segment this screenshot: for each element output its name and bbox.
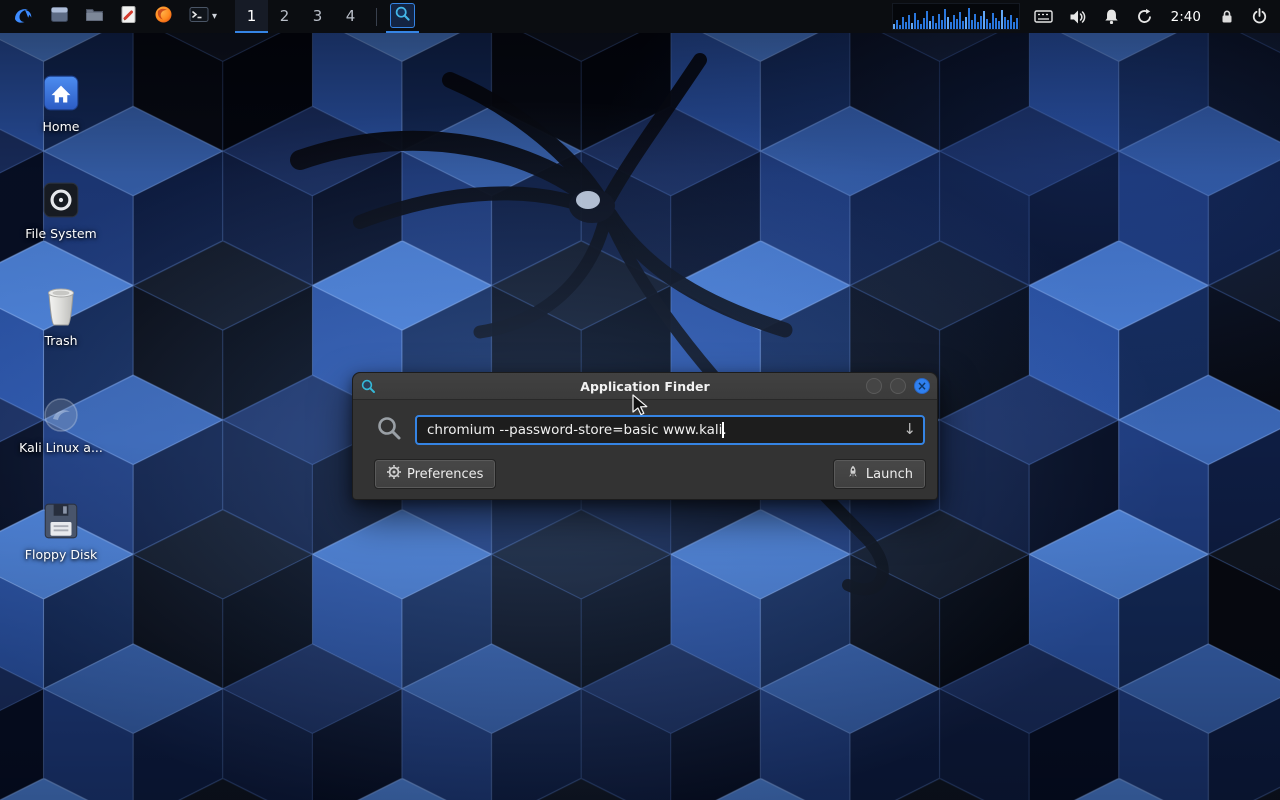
desktop-icon-column: Home File System — [12, 56, 110, 591]
preferences-label: Preferences — [407, 467, 483, 482]
top-panel: ▾ 1 2 3 4 — [0, 0, 1280, 33]
search-icon — [375, 414, 403, 446]
kali-logo-icon — [12, 4, 34, 30]
terminal-icon — [189, 6, 209, 27]
notifications-bell-icon[interactable] — [1095, 0, 1128, 33]
minimize-button[interactable] — [866, 378, 882, 394]
desktop-icon-label: Home — [43, 120, 80, 134]
finder-content: ↓ — [353, 400, 937, 499]
workspace-button-2[interactable]: 2 — [268, 0, 301, 33]
clock[interactable]: 2:40 — [1161, 0, 1211, 33]
desktop-icon-home[interactable]: Home — [12, 56, 110, 163]
terminal-dropdown-button[interactable]: ▾ — [181, 0, 225, 33]
volume-icon[interactable] — [1061, 0, 1095, 33]
application-finder-window: Application Finder × ↓ — [352, 372, 938, 500]
app-finder-panel-button[interactable] — [386, 0, 419, 33]
titlebar[interactable]: Application Finder × — [353, 373, 937, 400]
search-field: ↓ — [415, 415, 925, 445]
text-caret — [722, 422, 724, 438]
system-monitor-graph[interactable] — [892, 3, 1020, 30]
desktop-icon-kali-docs[interactable]: Kali Linux a... — [12, 377, 110, 484]
workspace-pager: 1 2 3 4 — [235, 0, 367, 33]
preferences-button[interactable]: Preferences — [375, 460, 495, 488]
desktop-icon-floppy-disk[interactable]: Floppy Disk — [12, 484, 110, 591]
firefox-button[interactable] — [146, 0, 181, 33]
logout-power-icon[interactable] — [1243, 0, 1276, 33]
folder-icon — [85, 5, 104, 28]
desktop-icon-file-system[interactable]: File System — [12, 163, 110, 270]
workspace-button-1[interactable]: 1 — [235, 0, 268, 33]
app-finder-icon — [394, 5, 411, 26]
floppy-disk-icon — [40, 490, 82, 542]
keyboard-indicator-icon[interactable] — [1026, 0, 1061, 33]
workspace-button-3[interactable]: 3 — [301, 0, 334, 33]
launch-rocket-icon — [846, 465, 860, 483]
desktop-icon-label: Floppy Disk — [25, 548, 97, 562]
desktop-icon-label: File System — [25, 227, 97, 241]
maximize-button[interactable] — [890, 378, 906, 394]
launch-button[interactable]: Launch — [834, 460, 925, 488]
kali-menu-button[interactable] — [4, 0, 42, 33]
cpu-graph-bars — [893, 8, 1018, 29]
home-icon — [40, 62, 82, 114]
file-manager-button[interactable] — [42, 0, 77, 33]
kali-docs-icon — [41, 383, 81, 435]
trash-icon — [41, 276, 81, 328]
launch-label: Launch — [866, 467, 913, 482]
file-manager-icon — [50, 5, 69, 28]
desktop: Home File System — [0, 0, 1280, 800]
text-editor-icon — [120, 5, 138, 28]
firefox-icon — [154, 5, 173, 28]
desktop-icon-trash[interactable]: Trash — [12, 270, 110, 377]
panel-separator — [376, 8, 377, 26]
file-system-icon — [40, 169, 82, 221]
updates-sync-icon[interactable] — [1128, 0, 1161, 33]
lock-screen-icon[interactable] — [1211, 0, 1243, 33]
search-input[interactable] — [415, 415, 925, 445]
close-button[interactable]: × — [914, 378, 930, 394]
app-finder-window-icon — [360, 378, 376, 394]
folder-shortcut-button[interactable] — [77, 0, 112, 33]
desktop-icon-label: Trash — [44, 334, 77, 348]
window-title: Application Finder — [353, 379, 937, 394]
workspace-button-4[interactable]: 4 — [334, 0, 367, 33]
desktop-icon-label: Kali Linux a... — [19, 441, 103, 455]
text-editor-button[interactable] — [112, 0, 146, 33]
dropdown-arrow-icon[interactable]: ↓ — [903, 420, 916, 438]
gear-icon — [387, 465, 401, 483]
chevron-down-icon: ▾ — [212, 11, 217, 22]
